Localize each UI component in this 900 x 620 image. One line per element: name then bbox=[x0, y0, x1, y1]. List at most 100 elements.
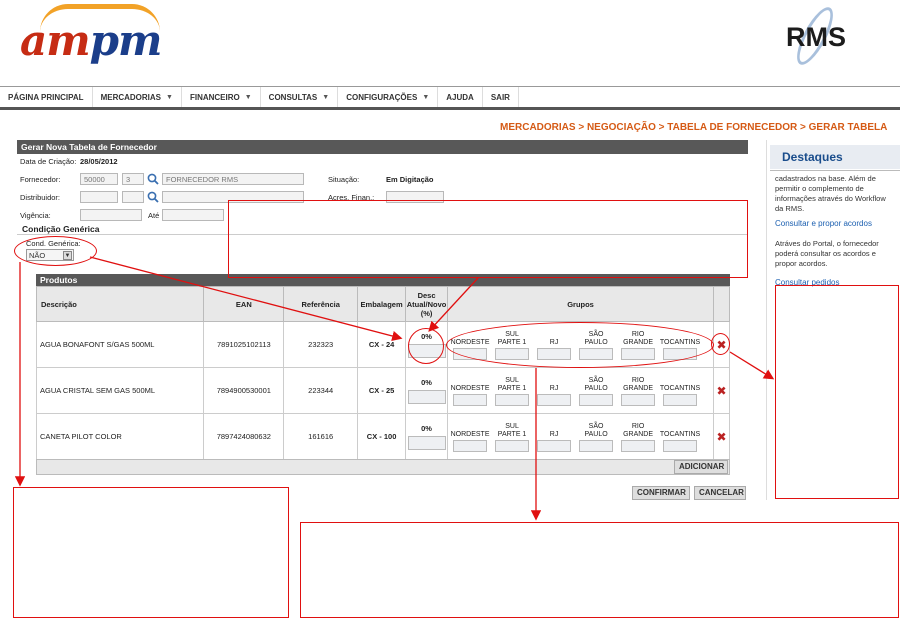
nav-item-mercadorias[interactable]: MERCADORIAS ▼ bbox=[93, 87, 182, 107]
group-rio-grande: RIO GRANDE bbox=[620, 375, 656, 406]
annotation-box-top bbox=[228, 200, 748, 278]
product-packaging: CX - 25 bbox=[357, 367, 407, 414]
annotation-box-sidebar bbox=[775, 285, 899, 499]
confirm-button[interactable]: CONFIRMAR bbox=[632, 486, 690, 500]
product-description: CANETA PILOT COLOR bbox=[35, 413, 205, 460]
delete-icon[interactable]: ✖ bbox=[716, 384, 726, 398]
ampm-logo: ampm bbox=[20, 4, 170, 66]
status-value: Em Digitação bbox=[386, 175, 434, 184]
group-rio-grande: RIO GRANDE bbox=[620, 421, 656, 452]
delete-icon[interactable]: ✖ bbox=[716, 430, 726, 444]
chevron-down-icon: ▼ bbox=[422, 93, 430, 101]
until-label: Até bbox=[148, 211, 160, 220]
add-button[interactable]: ADICIONAR bbox=[674, 460, 728, 474]
group-input[interactable] bbox=[579, 440, 614, 452]
discount-new-input[interactable] bbox=[407, 389, 446, 404]
group-rj: RJ bbox=[536, 421, 572, 452]
col-header-groups: Grupos bbox=[447, 286, 714, 322]
annotation-ellipse-condition bbox=[14, 236, 97, 266]
product-description: AGUA BONAFONT S/GAS 500ML bbox=[35, 321, 205, 368]
col-header-packaging: Embalagem bbox=[357, 286, 407, 322]
nav-item-financeiro[interactable]: FINANCEIRO ▼ bbox=[182, 87, 261, 107]
sidebar-intro-text: cadastrados na base. Além de permitir o … bbox=[775, 174, 886, 213]
product-discount-cell: 0% bbox=[405, 367, 449, 414]
chevron-down-icon: ▼ bbox=[166, 93, 173, 101]
col-header-ean: EAN bbox=[203, 286, 285, 322]
col-header-description: Descrição bbox=[35, 286, 205, 322]
product-packaging: CX - 100 bbox=[357, 413, 407, 460]
product-ean: 7897424080632 bbox=[203, 413, 285, 460]
product-discount-cell: 0% bbox=[405, 413, 449, 460]
group-nordeste: NORDESTE bbox=[451, 375, 490, 406]
group-sul-parte-1: SUL PARTE 1 bbox=[494, 421, 530, 452]
group-tocantins: TOCANTINS bbox=[660, 375, 700, 406]
product-reference: 223344 bbox=[283, 367, 359, 414]
product-reference: 232323 bbox=[283, 321, 359, 368]
products-footer bbox=[36, 459, 730, 475]
product-packaging: CX - 24 bbox=[357, 321, 407, 368]
group-input[interactable] bbox=[621, 394, 656, 406]
nav-item-configuracoes[interactable]: CONFIGURAÇÕES ▼ bbox=[338, 87, 439, 107]
form-title: Gerar Nova Tabela de Fornecedor bbox=[17, 140, 748, 154]
col-header-actions bbox=[712, 286, 731, 322]
nav-item-consultas[interactable]: CONSULTAS ▼ bbox=[261, 87, 339, 107]
group-input[interactable] bbox=[663, 394, 698, 406]
group-input[interactable] bbox=[537, 394, 572, 406]
validity-start-input[interactable] bbox=[80, 209, 142, 221]
product-ean: 7891025102113 bbox=[203, 321, 285, 368]
table-header-row: Descrição EAN Referência Embalagem Desc … bbox=[35, 286, 731, 322]
group-input[interactable] bbox=[453, 440, 488, 452]
nav-bottom-bar bbox=[0, 107, 900, 110]
col-header-reference: Referência bbox=[283, 286, 359, 322]
supplier-label: Fornecedor: bbox=[20, 175, 61, 184]
table-row: CANETA PILOT COLOR 7897424080632 161616 … bbox=[35, 413, 731, 460]
group-input[interactable] bbox=[621, 440, 656, 452]
group-input[interactable] bbox=[495, 440, 530, 452]
distributor-code-input[interactable] bbox=[80, 191, 118, 203]
breadcrumb: MERCADORIAS > NEGOCIAÇÃO > TABELA DE FOR… bbox=[500, 122, 888, 133]
product-description: AGUA CRISTAL SEM GAS 500ML bbox=[35, 367, 205, 414]
annotation-ellipse-discount bbox=[408, 328, 444, 364]
rms-logo: RMS bbox=[782, 2, 882, 72]
creation-date-value: 28/05/2012 bbox=[80, 157, 118, 166]
group-input[interactable] bbox=[453, 394, 488, 406]
group-input[interactable] bbox=[495, 394, 530, 406]
search-icon[interactable] bbox=[147, 173, 159, 185]
supplier-code-input[interactable]: 50000 bbox=[80, 173, 118, 185]
discount-new-input[interactable] bbox=[407, 435, 446, 450]
sidebar-acordos-text: Atráves do Portal, o fornecedor poderá c… bbox=[775, 239, 879, 268]
nav-item-pagina-principal[interactable]: PÁGINA PRINCIPAL bbox=[0, 87, 93, 107]
table-row: AGUA CRISTAL SEM GAS 500ML 7894900530001… bbox=[35, 367, 731, 414]
cancel-button[interactable]: CANCELAR bbox=[694, 486, 746, 500]
product-discount: 0% bbox=[421, 377, 432, 387]
supplier-name-input[interactable]: FORNECEDOR RMS bbox=[162, 173, 304, 185]
search-icon[interactable] bbox=[147, 191, 159, 203]
sidebar-title-divider bbox=[770, 170, 900, 171]
group-tocantins: TOCANTINS bbox=[660, 421, 700, 452]
generic-condition-heading: Condição Genérica bbox=[22, 224, 100, 234]
annotation-ellipse-groups bbox=[446, 322, 714, 368]
sidebar-divider bbox=[766, 140, 767, 500]
product-groups-cell: NORDESTE SUL PARTE 1 RJ SÃO PAULO RIO GR… bbox=[447, 367, 714, 414]
main-nav: PÁGINA PRINCIPAL MERCADORIAS ▼ FINANCEIRO… bbox=[0, 87, 519, 107]
group-input[interactable] bbox=[537, 440, 572, 452]
delete-cell: ✖ bbox=[712, 413, 731, 460]
group-sao-paulo: SÃO PAULO bbox=[578, 421, 614, 452]
nav-item-ajuda[interactable]: AJUDA bbox=[438, 87, 483, 107]
validity-end-input[interactable] bbox=[162, 209, 224, 221]
sidebar-title: Destaques bbox=[770, 145, 900, 169]
product-ean: 7894900530001 bbox=[203, 367, 285, 414]
product-reference: 161616 bbox=[283, 413, 359, 460]
distributor-label: Distribuidor: bbox=[20, 193, 61, 202]
supplier-digit-input[interactable]: 3 bbox=[122, 173, 144, 185]
nav-item-sair[interactable]: SAIR bbox=[483, 87, 519, 107]
rms-logo-text: RMS bbox=[786, 22, 846, 52]
delete-cell: ✖ bbox=[712, 367, 731, 414]
group-rj: RJ bbox=[536, 375, 572, 406]
distributor-digit-input[interactable] bbox=[122, 191, 144, 203]
group-input[interactable] bbox=[663, 440, 698, 452]
sidebar-link-acordos[interactable]: Consultar e propor acordos bbox=[775, 219, 887, 229]
creation-date-label: Data de Criação: bbox=[20, 157, 77, 166]
group-input[interactable] bbox=[579, 394, 614, 406]
validity-label: Vigência: bbox=[20, 211, 51, 220]
